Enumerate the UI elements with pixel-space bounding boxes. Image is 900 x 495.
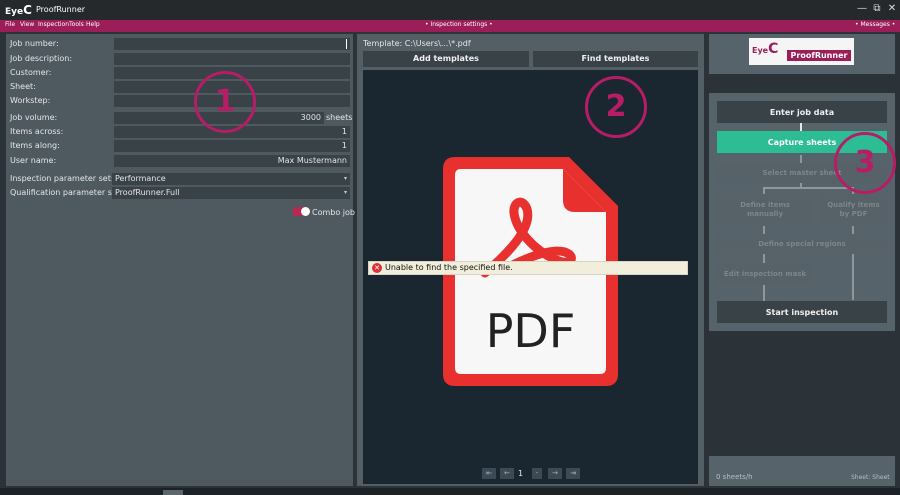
- inspection-param-select[interactable]: Performance ▾: [112, 173, 350, 185]
- edit-inspection-mask-button[interactable]: Edit inspection mask: [717, 263, 813, 285]
- prev-page-icon[interactable]: ←: [500, 468, 514, 479]
- connector: [800, 123, 802, 131]
- menu-file[interactable]: File: [5, 21, 15, 28]
- combo-job-label: Combo job: [312, 208, 355, 217]
- items-along-label: Items along:: [10, 141, 60, 150]
- connector: [763, 254, 765, 263]
- template-path: Template: C:\Users\...\*.pdf: [363, 39, 471, 48]
- items-along-input[interactable]: 1: [114, 140, 350, 152]
- status-bar: [0, 488, 900, 495]
- items-across-label: Items across:: [10, 127, 64, 136]
- inspection-param-label: Inspection parameter set:: [10, 174, 114, 183]
- close-icon[interactable]: ✕: [886, 3, 898, 15]
- combo-job-toggle[interactable]: [292, 207, 310, 216]
- connector: [852, 226, 854, 234]
- chevron-down-icon: ▾: [343, 175, 347, 182]
- customer-label: Customer:: [10, 68, 52, 77]
- error-text: Unable to find the specified file.: [385, 263, 513, 272]
- annotation-circle-2: 2: [585, 76, 647, 138]
- next-page-icon[interactable]: →: [548, 468, 562, 479]
- status-panel: [709, 456, 895, 486]
- first-page-icon[interactable]: ⇤: [482, 468, 496, 479]
- error-message: ✕ Unable to find the specified file.: [368, 261, 688, 275]
- page-stepper-icon[interactable]: -: [532, 468, 542, 479]
- page-number: 1: [518, 469, 524, 478]
- menu-bar: File View Inspection Tools Help • Inspec…: [0, 20, 900, 32]
- job-description-label: Job description:: [10, 54, 73, 63]
- start-inspection-button[interactable]: Start inspection: [717, 301, 887, 323]
- qualification-param-value: ProofRunner.Full: [115, 188, 180, 197]
- toggle-knob: [301, 207, 310, 216]
- minimize-icon[interactable]: —: [856, 3, 868, 15]
- workstep-label: Workstep:: [10, 96, 51, 105]
- chevron-down-icon: ▾: [343, 189, 347, 196]
- connector: [763, 187, 853, 189]
- connector: [852, 254, 854, 300]
- sheet-rate: 0 sheets/h: [716, 473, 753, 481]
- define-items-manually-button[interactable]: Define items manually: [717, 194, 813, 226]
- messages-link[interactable]: • Messages •: [855, 21, 895, 28]
- proofrunner-logo: EyeC ProofRunner: [749, 38, 854, 65]
- annotation-circle-1: 1: [194, 71, 256, 133]
- pdf-label: PDF: [486, 304, 576, 358]
- job-description-input[interactable]: [114, 53, 350, 65]
- user-name-input[interactable]: Max Mustermann: [114, 155, 350, 167]
- inspection-settings-link[interactable]: • Inspection settings •: [425, 21, 493, 28]
- menu-inspection[interactable]: Inspection: [38, 21, 69, 28]
- sheet-label: Sheet:: [10, 82, 36, 91]
- qualify-items-by-pdf-button[interactable]: Qualify items by PDF: [820, 194, 887, 226]
- enter-job-data-button[interactable]: Enter job data: [717, 101, 887, 123]
- app-title: ProofRunner: [36, 5, 86, 14]
- eyec-logo: EyeC: [5, 3, 32, 17]
- annotation-circle-3: 3: [834, 132, 896, 194]
- qualification-param-select[interactable]: ProofRunner.Full ▾: [112, 187, 350, 199]
- job-volume-label: Job volume:: [10, 113, 58, 122]
- error-icon: ✕: [372, 263, 382, 273]
- text-cursor: [346, 39, 347, 49]
- find-templates-button[interactable]: Find templates: [533, 51, 698, 67]
- sheet-status: Sheet: Sheet: [851, 474, 890, 481]
- menu-tools[interactable]: Tools: [69, 21, 84, 28]
- job-number-input[interactable]: [114, 38, 350, 50]
- connector: [763, 285, 765, 301]
- menu-view[interactable]: View: [20, 21, 34, 28]
- job-volume-unit: sheets: [326, 113, 353, 122]
- add-templates-button[interactable]: Add templates: [363, 51, 529, 67]
- inspection-param-value: Performance: [115, 174, 166, 183]
- maximize-icon[interactable]: ⧉: [871, 3, 883, 15]
- connector: [763, 187, 765, 194]
- title-bar: EyeC ProofRunner — ⧉ ✕: [0, 0, 900, 20]
- last-page-icon[interactable]: ⇥: [566, 468, 580, 479]
- scroll-handle[interactable]: [163, 490, 183, 495]
- connector: [763, 226, 765, 234]
- define-special-regions-button[interactable]: Define special regions: [717, 234, 887, 254]
- qualification-param-label: Qualification parameter set:: [10, 188, 123, 197]
- job-number-label: Job number:: [10, 39, 59, 48]
- user-name-label: User name:: [10, 156, 57, 165]
- menu-help[interactable]: Help: [86, 21, 100, 28]
